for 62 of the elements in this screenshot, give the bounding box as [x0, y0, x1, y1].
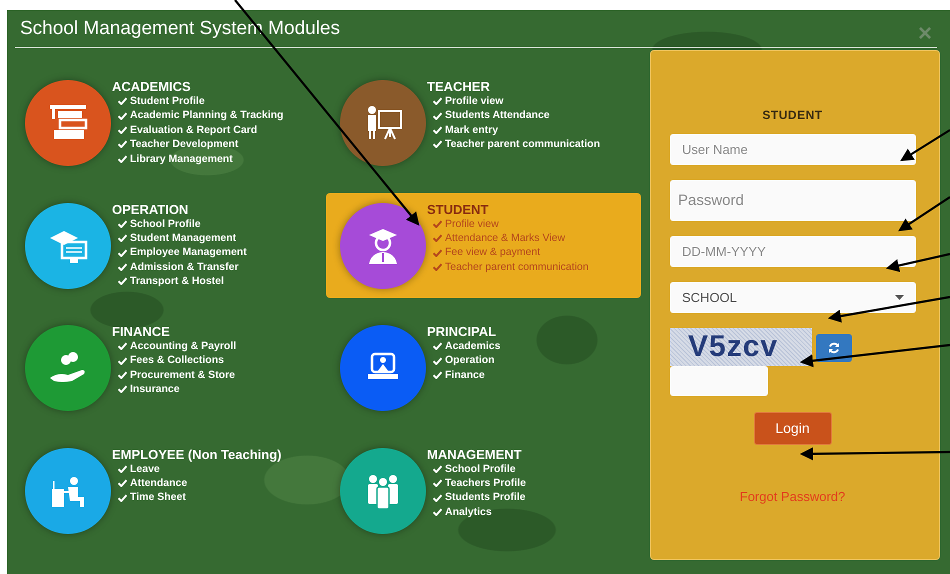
feature-text: Teacher parent communication: [445, 260, 589, 274]
feature-text: Student Management: [130, 230, 236, 246]
module-item[interactable]: FINANCE Accounting & Payroll Fees & Collections Procurement & Store Insurance: [11, 315, 326, 420]
feature-text: Operation: [445, 353, 495, 368]
feature-text: Accounting & Payroll: [130, 339, 236, 354]
module-item[interactable]: ACADEMICS Student Profile Academic Planning & Tracking Evaluation & Report Card Teacher Development Library Management: [11, 70, 326, 175]
annotation-arrow: [898, 196, 950, 232]
feature-text: School Profile: [130, 216, 201, 231]
feature-text: Teachers Profile: [445, 476, 526, 490]
feature-text: Attendance: [130, 476, 188, 490]
module-title: ACADEMICS: [112, 80, 192, 94]
feature-text: Profile view: [445, 216, 499, 231]
feature-text: Library Management: [130, 152, 233, 166]
feature-text: Analytics: [445, 504, 492, 520]
captcha-input[interactable]: [670, 366, 768, 396]
module-item[interactable]: EMPLOYEE (Non Teaching) Leave Attendance Time Sheet: [11, 438, 326, 542]
feature-text: Fees & Collections: [130, 353, 224, 368]
module-title: TEACHER: [427, 80, 491, 94]
annotation-arrow: [900, 129, 950, 162]
caret-icon: [895, 295, 904, 300]
feature-text: Mark entry: [445, 122, 498, 138]
feature-text: Procurement & Store: [130, 368, 236, 382]
input-field[interactable]: DD-MM-YYYY: [670, 236, 916, 267]
module-item[interactable]: MANAGEMENT School Profile Teachers Profile Students Profile Analytics: [326, 438, 641, 542]
feature-text: Teacher Development: [130, 137, 238, 152]
feature-text: Academic Planning & Tracking: [130, 108, 284, 123]
feature-text: Students Profile: [445, 490, 526, 505]
feature-text: Fee view & payment: [445, 245, 540, 260]
module-item[interactable]: OPERATION School Profile Student Management Employee Management Admission & Transfer Transport & Hostel: [11, 192, 326, 298]
feature-text: Time Sheet: [130, 490, 186, 505]
module-title: FINANCE: [112, 325, 171, 339]
captcha-image: V5zcv: [670, 328, 812, 366]
feature-text: Teacher parent communication: [445, 137, 600, 152]
module-title: OPERATION: [112, 202, 190, 216]
feature-text: Employee Management: [130, 245, 247, 260]
feature-text: School Profile: [445, 462, 516, 476]
feature-text: Admission & Transfer: [130, 260, 239, 274]
refresh-button[interactable]: [816, 334, 852, 362]
module-title: PRINCIPAL: [427, 325, 498, 339]
module-title: STUDENT: [427, 202, 490, 216]
feature-text: Insurance: [130, 382, 180, 397]
annotation-arrow: [886, 252, 950, 272]
feature-text: Evaluation & Report Card: [130, 122, 258, 138]
feature-text: Leave: [130, 462, 160, 476]
feature-text: Finance: [445, 368, 485, 382]
window-title: School Management System Modules: [20, 17, 340, 42]
password-field[interactable]: Password: [670, 180, 916, 221]
module-title: EMPLOYEE (Non Teaching): [112, 448, 282, 462]
feature-text: Student Profile: [130, 94, 205, 108]
module-title: MANAGEMENT: [427, 448, 523, 462]
feature-text: Transport & Hostel: [130, 274, 224, 289]
module-item[interactable]: TEACHER Profile view Students Attendance Mark entry Teacher parent communication: [326, 70, 641, 175]
feature-text: Academics: [445, 339, 500, 354]
refresh-icon: [828, 342, 840, 354]
login-heading: STUDENT: [761, 107, 824, 124]
school-select[interactable]: SCHOOL: [670, 282, 916, 313]
module-item[interactable]: PRINCIPAL Academics Operation Finance: [326, 315, 641, 420]
feature-text: Students Attendance: [445, 108, 550, 123]
feature-text: Profile view: [445, 94, 504, 108]
input-field[interactable]: User Name: [670, 134, 916, 165]
login-button[interactable]: Login: [754, 412, 832, 445]
feature-text: Attendance & Marks View: [445, 230, 566, 246]
